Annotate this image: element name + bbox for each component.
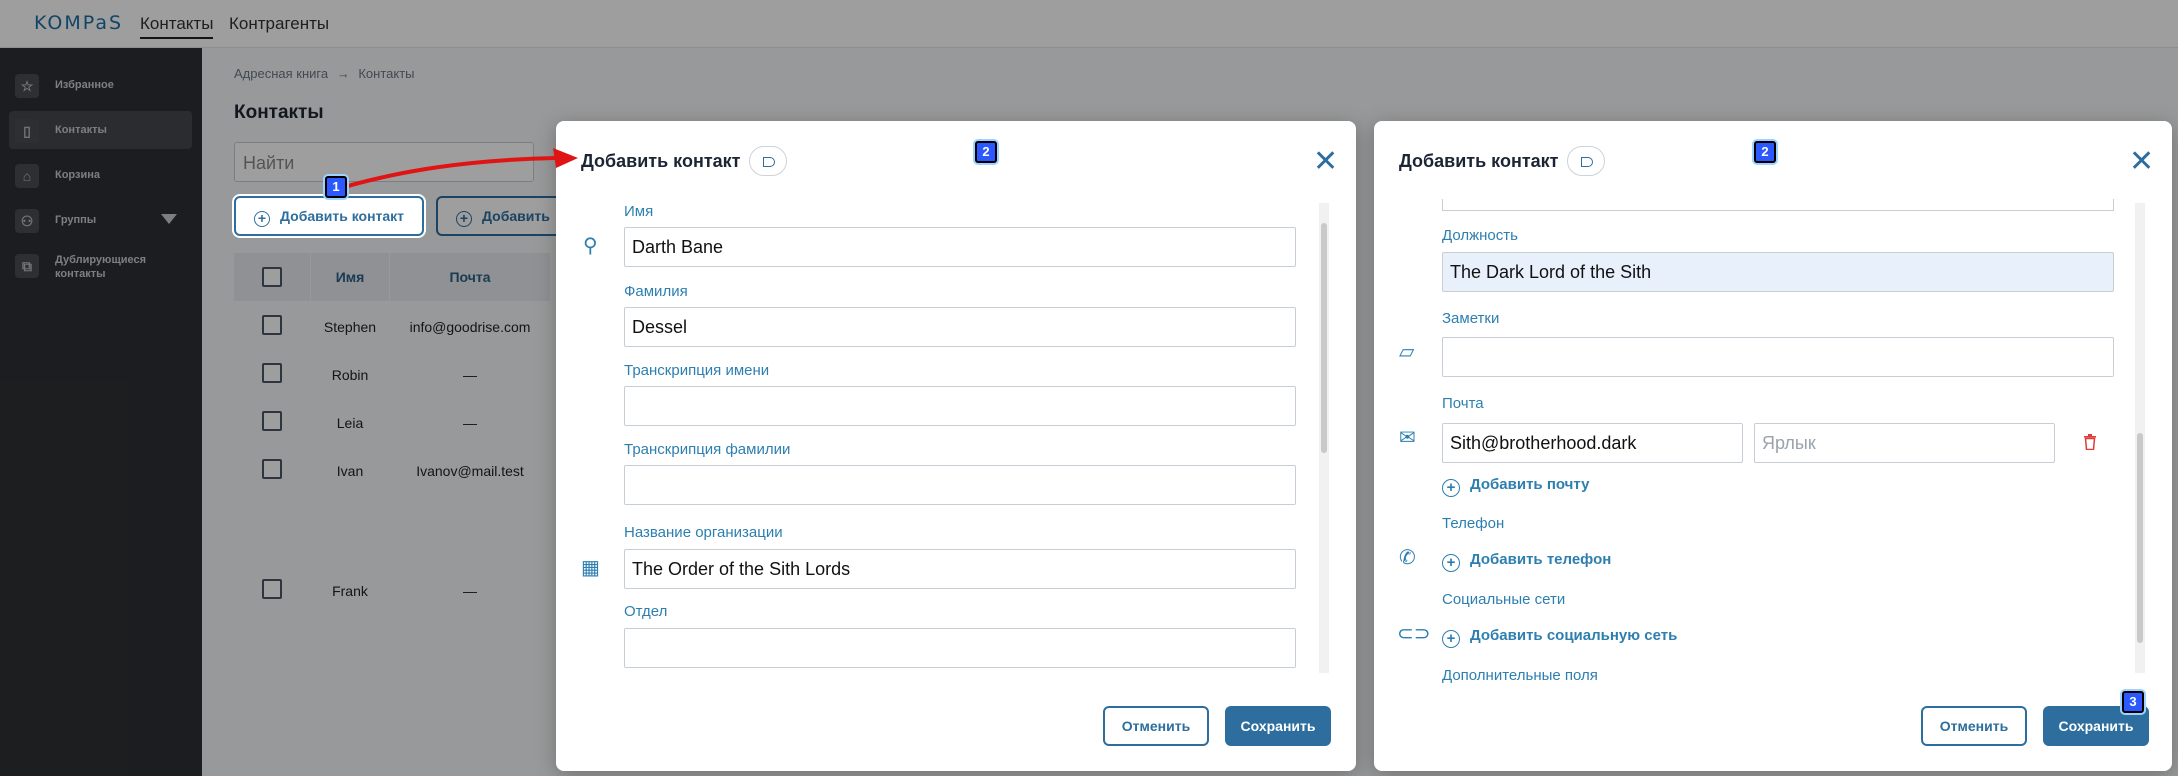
first-name-input[interactable]: Darth Bane xyxy=(624,227,1296,267)
add-phone-link[interactable]: + Добавить телефон xyxy=(1442,551,1611,572)
last-name-translit-input[interactable] xyxy=(624,465,1296,505)
scrollbar[interactable] xyxy=(2135,203,2145,673)
last-name-translit-label: Транскрипция фамилии xyxy=(624,441,791,458)
mail-icon: ✉ xyxy=(1399,427,1416,449)
label-tag-icon[interactable] xyxy=(749,146,787,176)
add-phone-label: Добавить телефон xyxy=(1470,551,1612,568)
add-social-label: Добавить социальную сеть xyxy=(1470,627,1678,644)
save-button[interactable]: Сохранить xyxy=(1225,706,1331,746)
scrollbar[interactable] xyxy=(1319,203,1329,673)
add-contact-modal-left: Добавить контакт ✕ Имя ⚲ Darth Bane Фами… xyxy=(556,121,1356,771)
scrollbar-thumb[interactable] xyxy=(2137,433,2143,643)
cancel-button[interactable]: Отменить xyxy=(1103,706,1209,746)
cancel-button[interactable]: Отменить xyxy=(1921,706,2027,746)
note-icon: ▱ xyxy=(1399,341,1415,363)
last-name-label: Фамилия xyxy=(624,283,688,300)
social-label: Социальные сети xyxy=(1442,591,1566,608)
dept-label: Отдел xyxy=(624,603,668,620)
plus-circle-icon: + xyxy=(1442,554,1460,572)
dept-input[interactable] xyxy=(624,628,1296,668)
add-contact-label: Добавить контакт xyxy=(280,208,405,224)
plus-circle-icon: + xyxy=(1442,630,1460,648)
modal-title: Добавить контакт xyxy=(581,151,741,171)
add-contact-button-highlighted[interactable]: + Добавить контакт xyxy=(234,196,424,236)
close-icon[interactable]: ✕ xyxy=(2129,147,2154,177)
previous-field-edge[interactable] xyxy=(1442,199,2114,211)
add-email-link[interactable]: + Добавить почту xyxy=(1442,476,1589,497)
label-tag-icon[interactable] xyxy=(1567,146,1605,176)
step-marker-2: 2 xyxy=(975,141,997,163)
person-icon: ⚲ xyxy=(583,235,598,257)
scrollbar-thumb[interactable] xyxy=(1321,223,1327,453)
add-social-link[interactable]: + Добавить социальную сеть xyxy=(1442,627,1677,648)
add-contact-modal-right: Добавить контакт ✕ Должность The Dark Lo… xyxy=(1374,121,2172,771)
notes-input[interactable] xyxy=(1442,337,2114,377)
phone-label: Телефон xyxy=(1442,515,1505,532)
add-email-label: Добавить почту xyxy=(1470,476,1590,493)
step-marker-3: 3 xyxy=(2122,691,2144,713)
phone-icon: ✆ xyxy=(1399,547,1416,569)
org-input[interactable]: The Order of the Sith Lords xyxy=(624,549,1296,589)
building-icon: ▦ xyxy=(581,557,600,579)
step-marker-1: 1 xyxy=(325,176,347,198)
close-icon[interactable]: ✕ xyxy=(1313,147,1338,177)
email-tag-input[interactable]: Ярлык xyxy=(1754,423,2055,463)
modal-title: Добавить контакт xyxy=(1399,151,1559,171)
email-label: Почта xyxy=(1442,395,1484,412)
first-name-translit-label: Транскрипция имени xyxy=(624,362,770,379)
first-name-translit-input[interactable] xyxy=(624,386,1296,426)
plus-circle-icon: + xyxy=(254,211,270,227)
step-marker-2-right: 2 xyxy=(1754,141,1776,163)
link-icon: ⊂⊃ xyxy=(1397,623,1431,645)
delete-icon[interactable] xyxy=(2083,434,2097,450)
extra-fields-label: Дополнительные поля xyxy=(1442,667,1598,684)
plus-circle-icon: + xyxy=(1442,479,1460,497)
notes-label: Заметки xyxy=(1442,310,1500,327)
last-name-input[interactable]: Dessel xyxy=(624,307,1296,347)
position-label: Должность xyxy=(1442,227,1518,244)
email-input[interactable]: Sith@brotherhood.dark xyxy=(1442,423,1743,463)
first-name-label: Имя xyxy=(624,203,654,220)
position-input[interactable]: The Dark Lord of the Sith xyxy=(1442,252,2114,292)
org-label: Название организации xyxy=(624,524,783,541)
